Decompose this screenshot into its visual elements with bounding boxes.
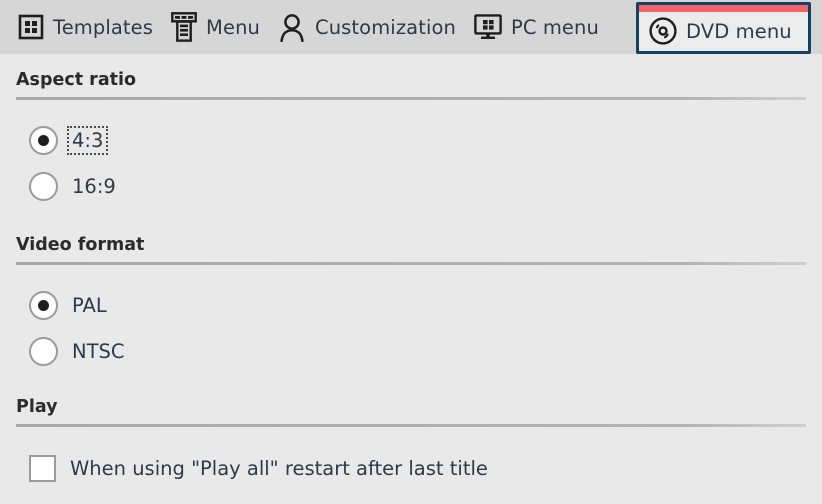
radio-option-ntsc[interactable]: NTSC [0, 337, 822, 366]
radio-label[interactable]: 4:3 [66, 126, 109, 155]
checkbox-row-play-all-restart[interactable]: When using "Play all" restart after last… [0, 455, 822, 482]
section-play: Play When using "Play all" restart after… [0, 366, 822, 482]
radio-button[interactable] [29, 126, 58, 155]
person-icon [278, 13, 306, 42]
checkbox-label[interactable]: When using "Play all" restart after last… [70, 457, 488, 480]
radio-button[interactable] [29, 172, 58, 201]
section-aspect-ratio: Aspect ratio 4:3 16:9 [0, 54, 822, 201]
section-divider [16, 424, 806, 427]
tab-pc-menu[interactable]: PC menu [470, 0, 613, 54]
tab-label: PC menu [510, 15, 599, 39]
radio-button[interactable] [29, 291, 58, 320]
disc-icon [649, 17, 677, 45]
active-tab-accent [639, 5, 808, 12]
tab-label: DVD menu [686, 19, 792, 43]
radio-button[interactable] [29, 337, 58, 366]
section-divider [16, 262, 806, 265]
tab-label: Customization [315, 15, 456, 39]
tab-menu[interactable]: Menu [167, 0, 274, 54]
section-title: Play [16, 397, 58, 417]
radio-label[interactable]: NTSC [72, 340, 125, 363]
tab-customization[interactable]: Customization [274, 0, 470, 54]
grid-icon [18, 14, 44, 40]
radio-option-4-3[interactable]: 4:3 [0, 126, 822, 155]
tab-dvd-menu[interactable]: DVD menu [636, 2, 811, 54]
radio-option-pal[interactable]: PAL [0, 291, 822, 320]
tab-label: Menu [206, 15, 260, 39]
section-title: Video format [16, 235, 145, 255]
section-video-format: Video format PAL NTSC [0, 201, 822, 366]
checkbox[interactable] [29, 455, 56, 482]
layout-icon [171, 12, 197, 42]
settings-content: Aspect ratio 4:3 16:9 Video format PAL N… [0, 54, 822, 482]
monitor-icon [474, 14, 502, 40]
radio-option-16-9[interactable]: 16:9 [0, 172, 822, 201]
radio-label[interactable]: PAL [72, 294, 107, 317]
section-divider [16, 97, 806, 100]
tab-label: Templates [53, 15, 154, 39]
tab-templates[interactable]: Templates [14, 0, 167, 54]
main-toolbar: Templates Menu Customization PC menu DVD… [0, 0, 822, 54]
radio-label[interactable]: 16:9 [72, 175, 116, 198]
section-title: Aspect ratio [16, 70, 137, 90]
